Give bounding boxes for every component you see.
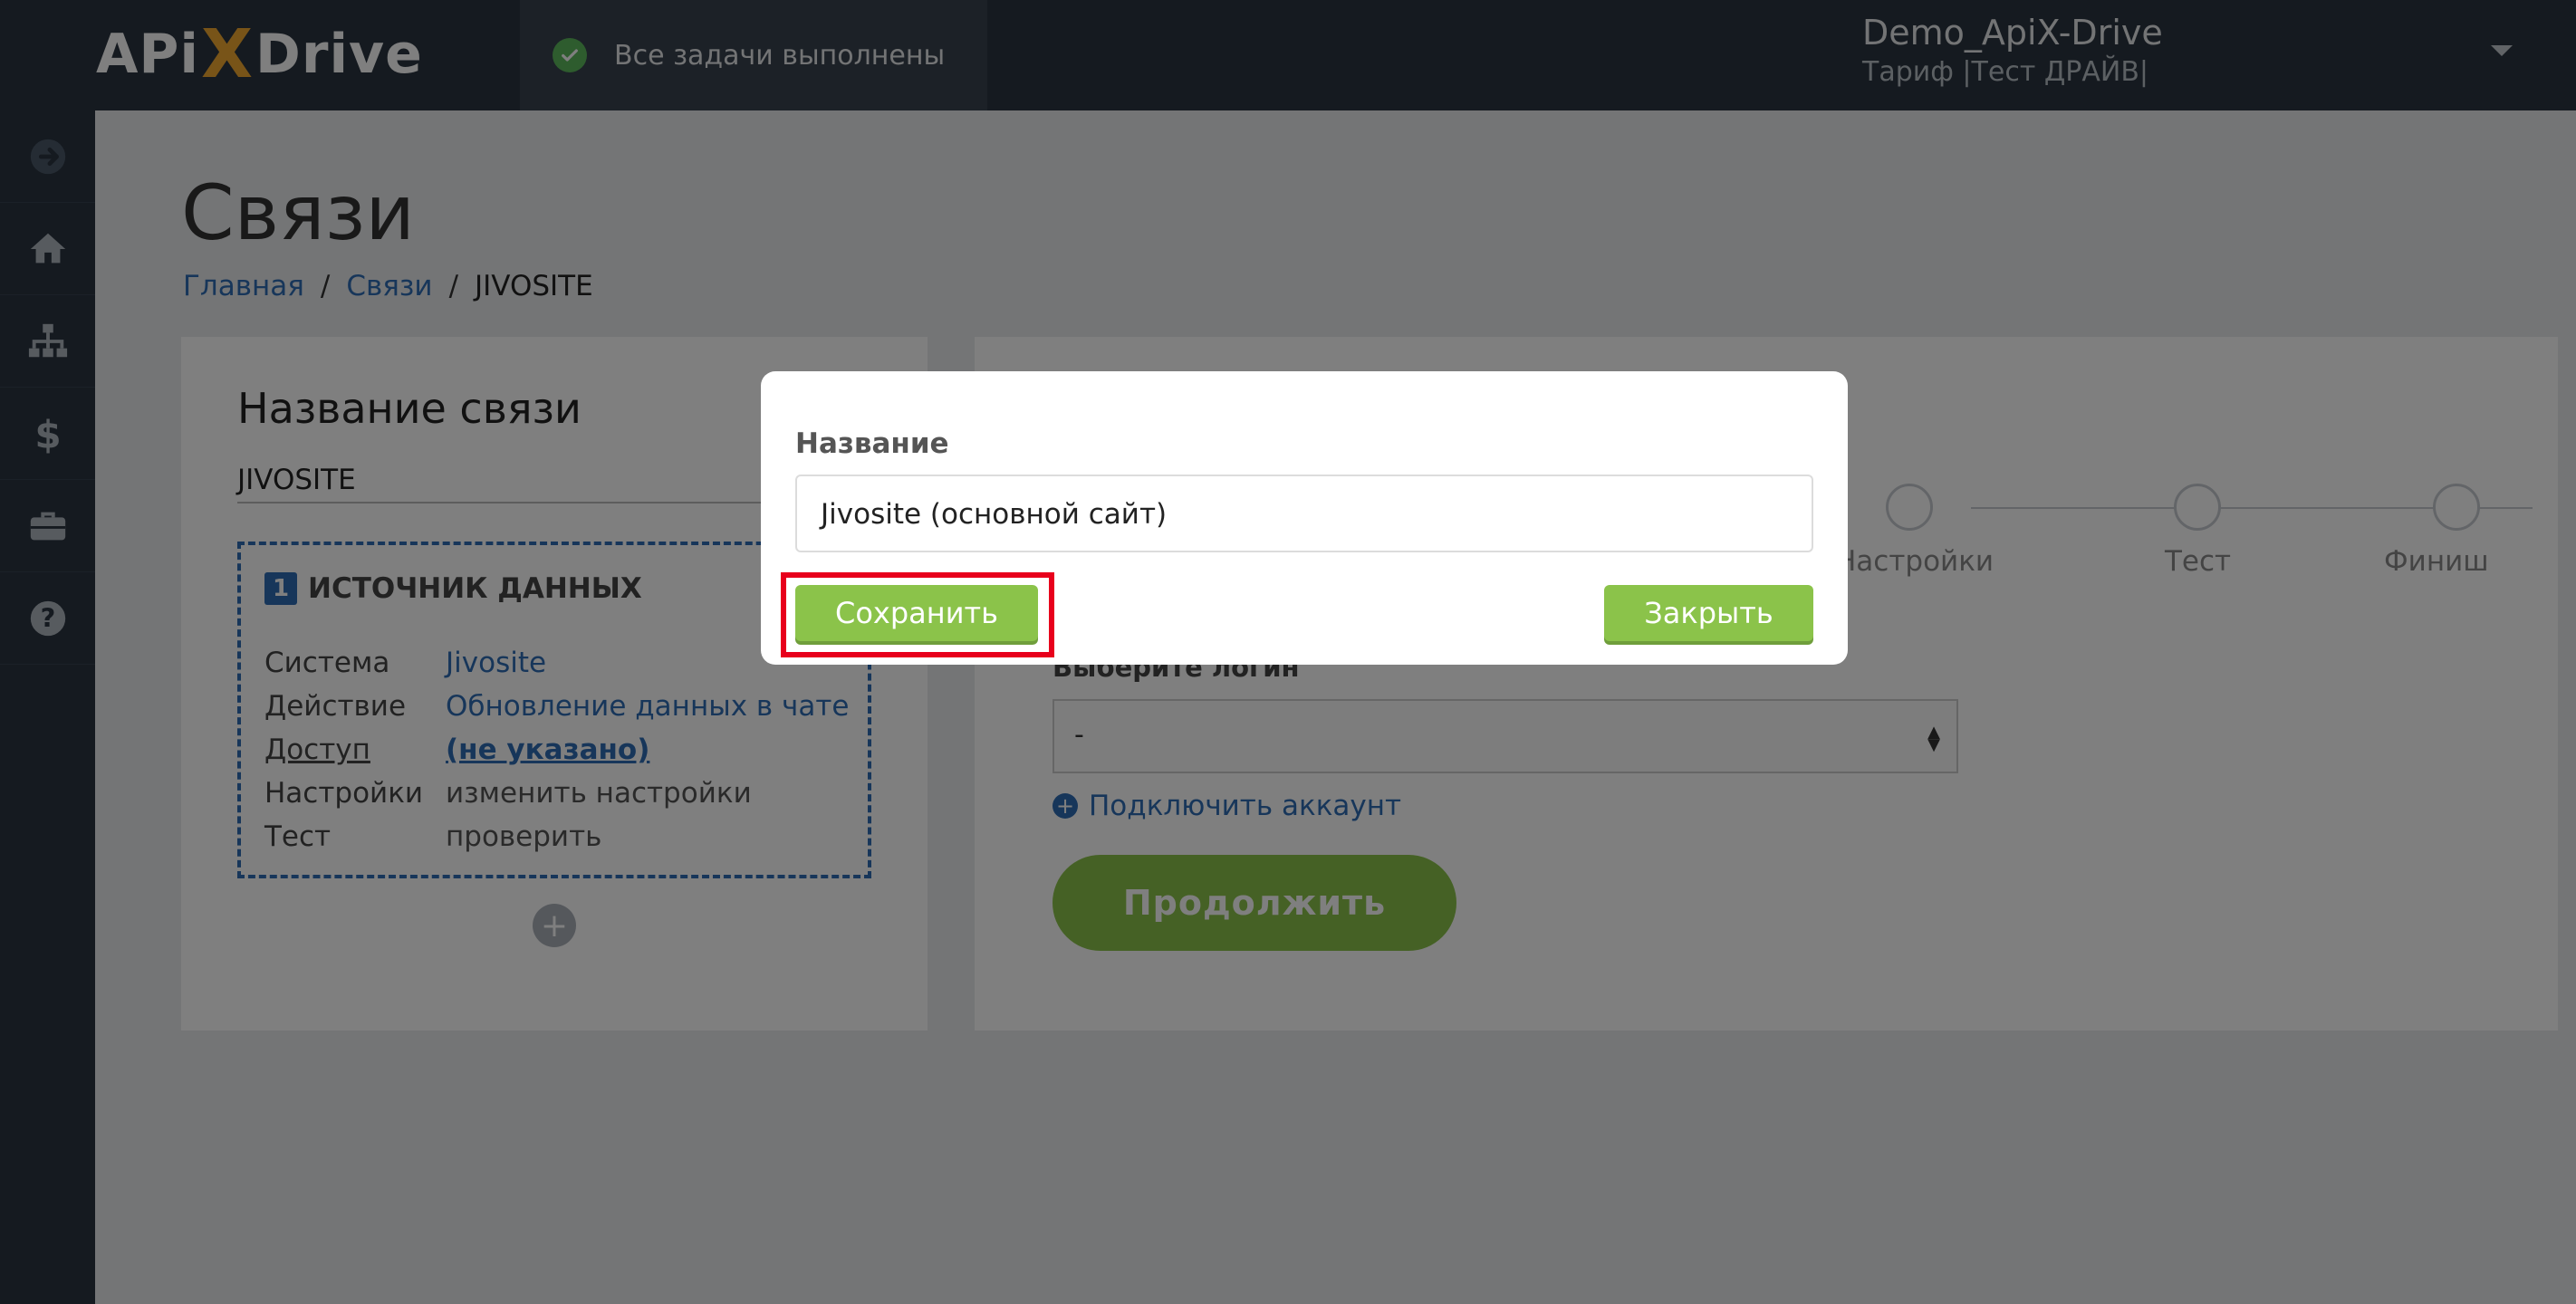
modal-name-input[interactable]: Jivosite (основной сайт) bbox=[795, 475, 1813, 552]
close-button[interactable]: Закрыть bbox=[1604, 585, 1813, 641]
modal-name-label: Название bbox=[795, 427, 949, 460]
save-button-highlight bbox=[781, 572, 1054, 657]
